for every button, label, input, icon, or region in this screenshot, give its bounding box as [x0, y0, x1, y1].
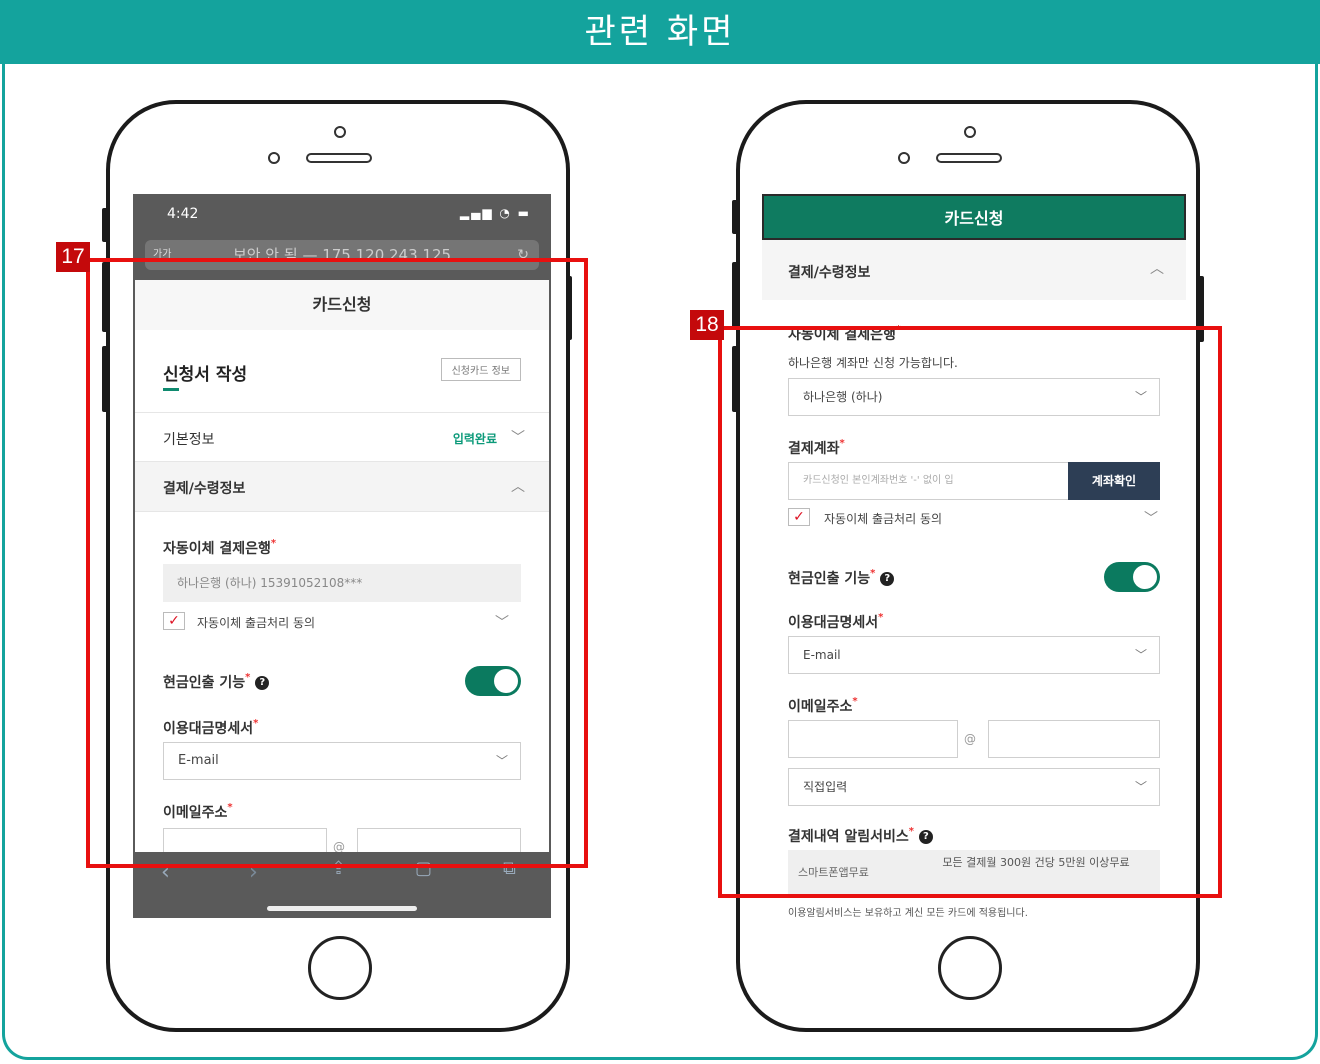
agree-checkbox[interactable]: ✓: [163, 612, 185, 630]
earpiece: [306, 153, 372, 163]
chevron-up-icon: ︿: [511, 479, 525, 495]
alert-options: 스마트폰앱무료 모든 결제월 300원 건당 5만원 이상무료: [788, 850, 1160, 894]
url-pill[interactable]: 가가 보안 안 됨 — 175.120.243.125 ↻: [145, 240, 539, 270]
chevron-down-icon: ﹀: [1134, 648, 1147, 662]
statement-select[interactable]: E-mail ﹀: [788, 636, 1160, 674]
statement-value: E-mail: [178, 753, 219, 768]
bank-note: 하나은행 계좌만 신청 가능합니다.: [788, 356, 958, 370]
statement-label: 이용대금명세서*: [163, 718, 259, 737]
email-domain-input[interactable]: [988, 720, 1160, 758]
alert-option-paid[interactable]: 모든 결제월 300원 건당 5만원 이상무료: [916, 856, 1156, 870]
chevron-down-icon: ﹀: [511, 430, 525, 446]
payment-section-label: 결제/수령정보: [163, 481, 246, 497]
tabs-icon[interactable]: ⧉: [503, 858, 516, 879]
agree-label: 자동이체 출금처리 동의: [197, 616, 316, 630]
help-icon[interactable]: ?: [880, 572, 895, 586]
sensor-dot: [898, 152, 910, 164]
highlight-tag-17: 17: [56, 242, 90, 272]
auto-bank-label: 자동이체 결제은행*: [788, 324, 902, 343]
camera-dot: [334, 126, 346, 138]
auto-bank-label: 자동이체 결제은행*: [163, 538, 277, 557]
bank-select[interactable]: 하나은행 (하나) ﹀: [788, 378, 1160, 416]
statement-label: 이용대금명세서*: [788, 612, 884, 631]
cash-withdraw-label: 현금인출 기능* ?: [163, 672, 270, 692]
earpiece: [936, 153, 1002, 163]
email-domain-select[interactable]: 직접입력 ﹀: [788, 768, 1160, 806]
reader-icon[interactable]: 가가: [153, 240, 171, 270]
agree-checkbox[interactable]: ✓: [788, 508, 810, 526]
account-input[interactable]: 카드신청인 본인계좌번호 '-' 없이 입: [788, 462, 1070, 500]
app-title: 카드신청: [135, 280, 549, 330]
bookmarks-icon[interactable]: ▢: [415, 858, 432, 879]
alert-note: 이용알림서비스는 보유하고 계신 모든 카드에 적용됩니다.: [788, 908, 1028, 919]
alert-option-free[interactable]: 스마트폰앱무료: [798, 864, 869, 880]
form-section-title: 신청서 작성: [163, 365, 248, 385]
help-icon[interactable]: ?: [918, 830, 933, 844]
left-screen: 4:42 ▂▄▆ ◔ ▬ 가가 보안 안 됨 — 175.120.243.125…: [133, 194, 551, 918]
app-title: 카드신청: [762, 194, 1186, 240]
basic-info-status: 입력완료: [452, 432, 497, 446]
home-button[interactable]: [308, 936, 372, 1000]
statement-select[interactable]: E-mail ﹀: [163, 742, 521, 780]
ios-toolbar: ‹ › ⇪ ▢ ⧉: [135, 852, 549, 918]
account-placeholder: 카드신청인 본인계좌번호 '-' 없이 입: [803, 475, 954, 486]
at-sign: @: [964, 732, 976, 746]
payment-section-label: 결제/수령정보: [788, 265, 871, 281]
auto-bank-field: 하나은행 (하나) 15391052108***: [163, 564, 521, 602]
back-icon[interactable]: ‹: [161, 860, 170, 885]
ios-status-bar: 4:42 ▂▄▆ ◔ ▬: [135, 194, 549, 240]
basic-info-label: 기본정보: [163, 432, 215, 448]
chevron-down-icon[interactable]: ﹀: [1144, 508, 1158, 528]
alert-service-label: 결제내역 알림서비스* ?: [788, 826, 933, 846]
chevron-down-icon[interactable]: ﹀: [495, 612, 509, 632]
highlight-tag-18: 18: [690, 310, 724, 340]
email-label: 이메일주소*: [163, 802, 233, 821]
cash-withdraw-toggle[interactable]: [1104, 562, 1160, 592]
payment-section-row[interactable]: 결제/수령정보 ︿: [135, 462, 549, 512]
reload-icon[interactable]: ↻: [517, 240, 529, 270]
home-indicator: [267, 906, 417, 911]
help-icon[interactable]: ?: [255, 676, 270, 690]
email-id-input[interactable]: [788, 720, 958, 758]
chevron-down-icon: ﹀: [1134, 780, 1147, 794]
account-label: 결제계좌*: [788, 438, 845, 457]
share-icon[interactable]: ⇪: [331, 858, 346, 879]
right-screen: 카드신청 결제/수령정보 ︿ 자동이체 결제은행* 하나은행 계좌만 신청 가능…: [762, 194, 1186, 920]
url-text: 보안 안 됨 — 175.120.243.125: [232, 246, 452, 264]
payment-section-row[interactable]: 결제/수령정보 ︿: [762, 240, 1186, 300]
basic-info-row[interactable]: 기본정보 입력완료 ﹀: [135, 412, 549, 462]
email-domain-value: 직접입력: [803, 780, 848, 794]
signal-icon: ▂▄▆ ◔ ▬: [459, 206, 531, 220]
forward-icon[interactable]: ›: [249, 860, 258, 885]
agree-label: 자동이체 출금처리 동의: [824, 512, 943, 526]
chevron-down-icon: ﹀: [495, 754, 508, 768]
chevron-up-icon: ︿: [1150, 261, 1164, 277]
home-button[interactable]: [938, 936, 1002, 1000]
chevron-down-icon: ﹀: [1134, 390, 1147, 404]
cash-withdraw-label: 현금인출 기능* ?: [788, 568, 895, 588]
cash-withdraw-toggle[interactable]: [465, 666, 521, 696]
account-confirm-button[interactable]: 계좌확인: [1068, 462, 1160, 500]
card-info-button[interactable]: 신청카드 정보: [440, 358, 521, 381]
address-bar[interactable]: 가가 보안 안 됨 — 175.120.243.125 ↻: [135, 240, 549, 280]
statement-value: E-mail: [803, 648, 841, 662]
page-title: 관련 화면: [0, 0, 1320, 64]
email-label: 이메일주소*: [788, 696, 858, 715]
sensor-dot: [268, 152, 280, 164]
status-time: 4:42: [167, 206, 199, 222]
bank-value: 하나은행 (하나): [803, 390, 883, 404]
title-underline: [163, 388, 179, 391]
camera-dot: [964, 126, 976, 138]
